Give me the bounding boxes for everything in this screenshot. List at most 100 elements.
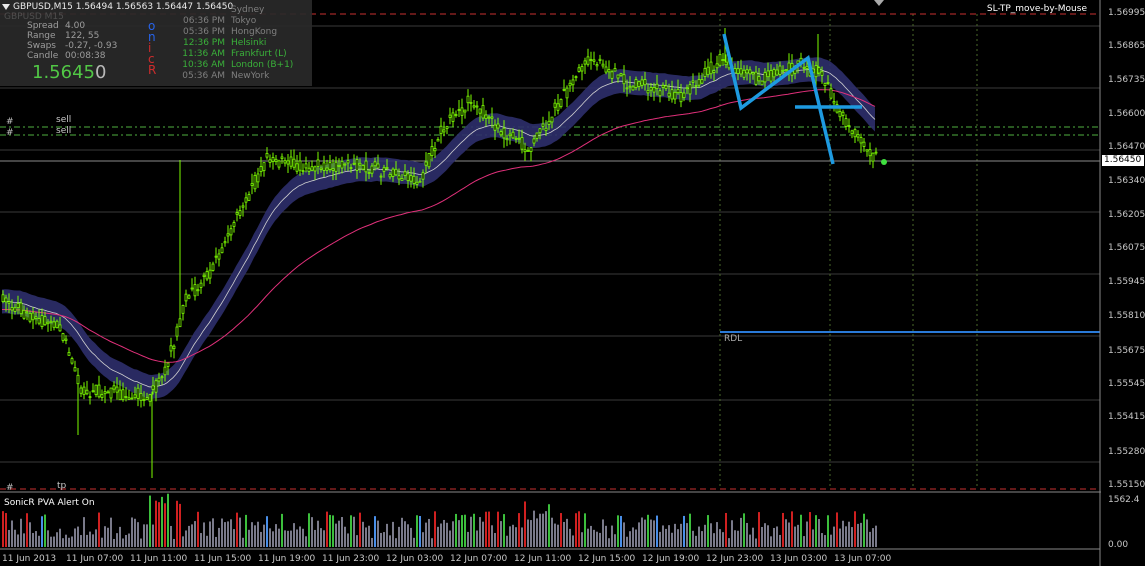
candle-body — [496, 123, 500, 129]
candle-body — [277, 160, 281, 168]
candle-body — [559, 98, 563, 108]
volume-bar — [875, 525, 877, 547]
volume-bar — [647, 514, 649, 547]
big-price-last-digit: 0 — [94, 62, 107, 83]
candle-body — [850, 130, 854, 135]
candle-body — [457, 109, 461, 112]
volume-bar — [638, 522, 640, 547]
volume-bar — [59, 528, 61, 547]
candle-body — [574, 76, 578, 79]
big-price: 1.56450 — [32, 62, 106, 83]
volume-bar — [527, 519, 529, 547]
candle-body — [856, 134, 860, 138]
volume-bar — [602, 519, 604, 547]
candle-body — [346, 160, 350, 164]
candle-body — [805, 66, 809, 69]
candle-body — [403, 171, 407, 176]
candle-body — [265, 152, 269, 158]
volume-bar — [587, 528, 589, 547]
volume-bar — [764, 523, 766, 547]
candle-body — [205, 271, 209, 280]
candle-body — [628, 85, 632, 88]
candle-body — [517, 137, 521, 140]
candle-body — [328, 162, 332, 170]
candle-body — [223, 241, 227, 244]
candle-body — [196, 289, 200, 292]
candle-body — [232, 222, 236, 227]
candle-body — [766, 70, 770, 78]
candle-body — [847, 125, 851, 127]
volume-bar — [863, 513, 865, 547]
volume-bar — [581, 532, 583, 547]
volume-bar — [230, 519, 232, 547]
volume-bar — [500, 521, 502, 547]
volume-bar — [245, 514, 247, 547]
candle-body — [283, 160, 287, 164]
volume-bar — [776, 526, 778, 547]
candle-body — [691, 80, 695, 83]
candle-body — [508, 133, 512, 137]
volume-bar — [296, 529, 298, 547]
candle-body — [121, 389, 125, 401]
candle-body — [100, 394, 104, 398]
symbol-header[interactable]: GBPUSD,M15 1.56494 1.56563 1.56447 1.564… — [2, 2, 233, 12]
time-tick-label: 11 Jun 2013 — [2, 554, 57, 564]
volume-bar — [869, 531, 871, 547]
candle-body — [667, 92, 671, 97]
volume-bar — [815, 515, 817, 547]
volume-bar — [530, 520, 532, 547]
candle-body — [322, 162, 326, 171]
volume-bar — [314, 529, 316, 547]
candle-body — [769, 70, 773, 82]
volume-bar — [758, 512, 760, 547]
volume-bar — [485, 511, 487, 547]
volume-bar — [656, 515, 658, 547]
volume-bar — [398, 526, 400, 547]
candle-body — [115, 386, 119, 393]
volume-bar — [32, 532, 34, 547]
candle-body — [838, 111, 842, 118]
candle-body — [772, 69, 776, 78]
order-label-hash: # — [6, 117, 14, 127]
candle-body — [52, 321, 56, 328]
volume-bar — [623, 522, 625, 547]
volume-bar — [29, 522, 31, 547]
volume-bar — [821, 533, 823, 547]
last-price-dot — [881, 159, 887, 165]
volume-bar — [488, 511, 490, 547]
candle-body — [562, 88, 566, 91]
candle-body — [367, 172, 371, 174]
chart-shift-marker-icon[interactable] — [874, 0, 884, 6]
volume-bar — [704, 524, 706, 547]
candle-body — [853, 129, 857, 138]
candle-body — [487, 116, 491, 119]
candle-body — [166, 362, 170, 367]
volume-bar — [539, 513, 541, 547]
candle-body — [514, 137, 518, 140]
volume-bar — [425, 522, 427, 547]
candle-body — [136, 387, 140, 399]
volume-bar — [68, 537, 70, 547]
volume-bar — [677, 529, 679, 547]
candle-body — [607, 69, 611, 73]
volume-bar — [158, 502, 160, 547]
candle-body — [433, 147, 437, 152]
candle-body — [631, 86, 635, 91]
volume-bar — [362, 521, 364, 547]
volume-bar — [278, 528, 280, 547]
candle-body — [583, 60, 587, 65]
time-tick-label: 11 Jun 15:00 — [194, 554, 252, 564]
volume-bar — [89, 531, 91, 547]
volume-bar — [584, 513, 586, 547]
candle-body — [643, 79, 647, 86]
volume-bar — [569, 528, 571, 547]
chart-window[interactable]: GBPUSD,M15 1.56494 1.56563 1.56447 1.564… — [0, 0, 1145, 566]
volume-bar — [23, 533, 25, 547]
time-tick-label: 12 Jun 03:00 — [386, 554, 444, 564]
volume-bar — [806, 521, 808, 547]
candle-body — [190, 287, 194, 290]
price-tick-label: 1.56865 — [1108, 41, 1145, 52]
volume-bar — [71, 536, 73, 547]
volume-bar — [257, 521, 259, 547]
collapse-triangle-icon[interactable] — [2, 3, 10, 10]
